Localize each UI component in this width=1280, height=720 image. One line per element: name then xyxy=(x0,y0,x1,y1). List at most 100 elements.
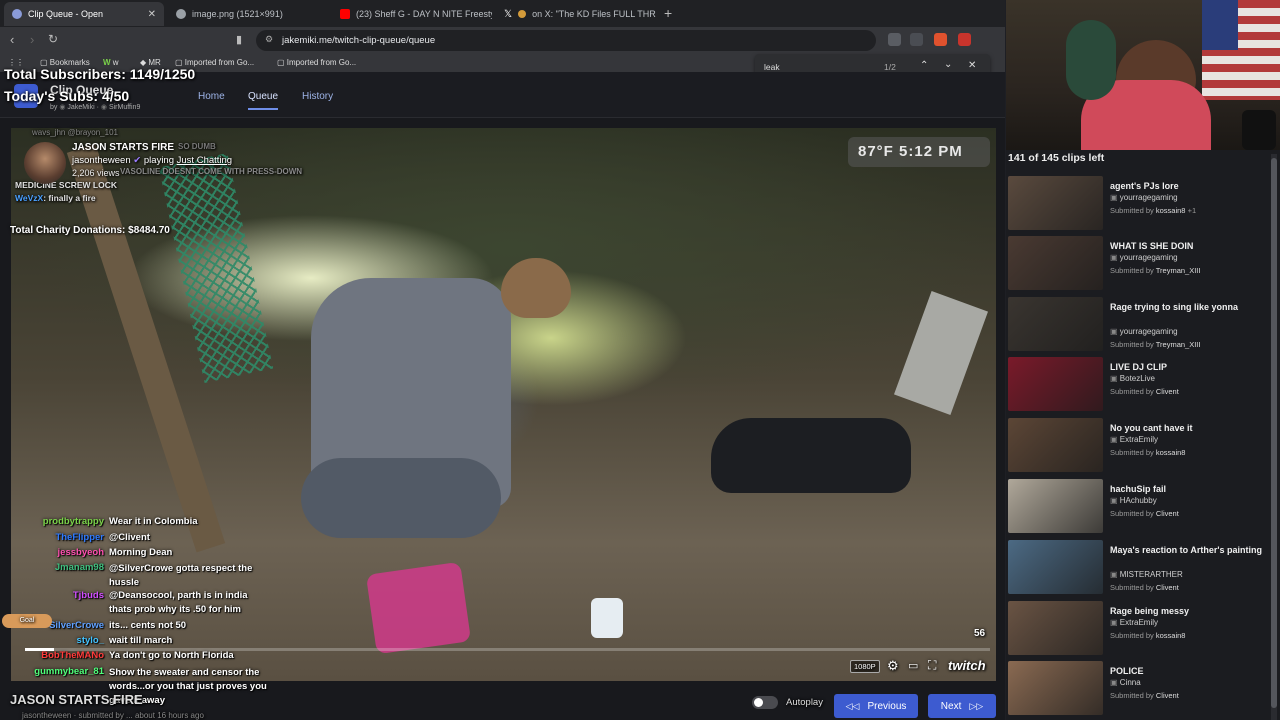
chat-username[interactable]: Tjbuds xyxy=(12,590,104,601)
chat-username[interactable]: jessbyeoh xyxy=(12,547,104,558)
next-button[interactable]: Next ▷▷ xyxy=(928,694,996,718)
clip-item[interactable]: Rage being messy ▣ ExtraEmily Submitted by… xyxy=(1008,601,1268,657)
clip-channel-line: jasontheween ✔ playing Just Chatting xyxy=(72,155,233,166)
chat-username[interactable]: stylo_ xyxy=(12,635,104,646)
site-info-icon[interactable]: ⚙ xyxy=(265,34,273,45)
clip-thumbnail[interactable] xyxy=(1008,661,1103,715)
clip-title: WHAT IS SHE DOIN xyxy=(1110,241,1194,251)
address-bar[interactable]: ⚙ jakemiki.me/twitch-clip-queue/queue xyxy=(256,30,876,51)
chat-message: TheFlipper @Clivent xyxy=(12,532,150,543)
channel-icon: ▣ xyxy=(1110,496,1120,505)
bottom-clip-title: JASON STARTS FIRE xyxy=(10,692,143,707)
chat-username[interactable]: prodbytrappy xyxy=(12,516,104,527)
category-link[interactable]: Just Chatting xyxy=(177,155,232,166)
clip-channel: ▣ ExtraEmily xyxy=(1110,435,1159,444)
previous-button[interactable]: ◁◁ Previous xyxy=(834,694,918,718)
channel-icon: ▣ xyxy=(1110,374,1120,383)
clip-item[interactable]: Rage trying to sing like yonna ▣ yourrage… xyxy=(1008,297,1268,353)
find-close-icon[interactable]: ✕ xyxy=(968,60,976,71)
clip-thumbnail[interactable] xyxy=(1008,418,1103,472)
clip-item[interactable]: WHAT IS SHE DOIN ▣ yourragegaming Submitte… xyxy=(1008,236,1268,292)
avatar[interactable] xyxy=(24,142,66,184)
clip-thumbnail[interactable] xyxy=(1008,176,1103,230)
overlay-chat-line: VASOLINE DOESNT COME WITH PRESS-DOWN xyxy=(120,167,303,176)
clip-thumbnail[interactable] xyxy=(1008,479,1103,533)
browser-tab-bar: Clip Queue - Open ✕ image.png (1521×991)… xyxy=(0,0,1005,27)
quality-badge[interactable]: 1080P xyxy=(850,660,880,673)
channel-icon: ▣ xyxy=(1110,193,1120,202)
find-prev-icon[interactable]: ⌃ xyxy=(920,60,928,71)
chat-username[interactable]: gummybear_81 xyxy=(12,666,104,677)
settings-gear-icon[interactable]: ⚙ xyxy=(887,658,899,674)
chat-text: @Clivent xyxy=(109,532,150,543)
tab-label: on X: "The KD Files FULL THREAD xyxy=(532,9,656,19)
find-input[interactable]: leak xyxy=(764,62,780,72)
bookmark-imported-2[interactable]: ▢ Imported from Go... xyxy=(277,58,356,67)
chat-message: jessbyeoh Morning Dean xyxy=(12,547,173,558)
bookmark-icon[interactable]: ▮ xyxy=(236,33,242,46)
bottle xyxy=(591,598,623,638)
clip-thumbnail[interactable] xyxy=(1008,236,1103,290)
nav-queue[interactable]: Queue xyxy=(248,91,279,110)
clip-title: Rage trying to sing like yonna xyxy=(1110,302,1239,312)
chat-message: stylo_ wait till march xyxy=(12,635,173,646)
reload-icon[interactable]: ↻ xyxy=(48,32,58,46)
clip-title: Rage being messy xyxy=(1110,606,1190,616)
close-tab-icon[interactable]: ✕ xyxy=(148,9,156,20)
theatre-icon[interactable]: ▭ xyxy=(908,659,918,672)
fullscreen-icon[interactable]: ⛶ xyxy=(928,658,936,673)
nav-home[interactable]: Home xyxy=(198,91,225,102)
autoplay-toggle[interactable] xyxy=(752,696,778,709)
clip-item[interactable]: No you cant have it ▣ ExtraEmily Submitted… xyxy=(1008,418,1268,474)
back-arrow-icon[interactable]: ‹ xyxy=(10,32,14,47)
chat-username[interactable]: Jmanam98 xyxy=(12,562,104,573)
clips-left-count: 141 of 145 clips left xyxy=(1008,152,1105,164)
clip-channel: ▣ Cinna xyxy=(1110,678,1141,687)
clip-item[interactable]: agent's PJs lore ▣ yourragegaming Submitte… xyxy=(1008,176,1268,232)
clip-item[interactable]: hachuSip fail ▣ HAchubby Submitted by Cliv… xyxy=(1008,479,1268,535)
clip-thumbnail[interactable] xyxy=(1008,601,1103,655)
clip-item[interactable]: POLICE ▣ Cinna Submitted by Clivent xyxy=(1008,661,1268,717)
chat-text: its... cents not 50 xyxy=(109,620,187,631)
tab-clip-queue[interactable]: Clip Queue - Open ✕ xyxy=(4,2,164,26)
chat-username[interactable]: TheFlipper xyxy=(12,532,104,543)
forward-arrow-icon[interactable]: › xyxy=(30,32,34,47)
video-progress-bar[interactable] xyxy=(25,648,990,651)
weather-time-overlay: 87°F 5:12 PM xyxy=(848,137,990,167)
clip-thumbnail[interactable] xyxy=(1008,540,1103,594)
driftwood xyxy=(893,291,989,415)
clip-title: Maya's reaction to Arther's painting xyxy=(1110,545,1262,555)
clip-item[interactable]: Maya's reaction to Arther's painting ▣ MI… xyxy=(1008,540,1268,596)
chat-message: prodbytrappy Wear it in Colombia xyxy=(12,516,198,527)
clip-title: No you cant have it xyxy=(1110,423,1193,433)
channel-icon: ▣ xyxy=(1110,327,1120,336)
share-icon[interactable] xyxy=(910,33,923,46)
microphone xyxy=(1242,110,1276,150)
tab-label: (23) Sheff G - DAY N NITE Freestyle ( xyxy=(356,9,492,19)
find-next-icon[interactable]: ⌄ xyxy=(944,59,952,70)
goal-badge: Goal xyxy=(2,614,52,628)
clip-thumbnail[interactable] xyxy=(1008,357,1103,411)
tab-image[interactable]: image.png (1521×991) xyxy=(168,2,328,26)
clip-channel: ▣ HAchubby xyxy=(1110,496,1157,505)
previous-icon: ◁◁ xyxy=(845,700,860,711)
find-count: 1/2 xyxy=(884,62,896,72)
channel-name[interactable]: jasontheween xyxy=(72,155,131,166)
chat-username[interactable]: BobTheMANo xyxy=(12,650,104,661)
channel-icon: ▣ xyxy=(1110,435,1120,444)
clip-item[interactable]: LIVE DJ CLIP ▣ BotezLive Submitted by Cliv… xyxy=(1008,357,1268,413)
clip-submitter: Submitted by Clivent xyxy=(1110,691,1179,700)
brave-shield-icon[interactable] xyxy=(934,33,947,46)
screen-icon[interactable] xyxy=(888,33,901,46)
tab-youtube[interactable]: (23) Sheff G - DAY N NITE Freestyle ( xyxy=(332,2,492,26)
tab-x[interactable]: 𝕏 on X: "The KD Files FULL THREAD xyxy=(496,2,656,26)
rewards-icon[interactable] xyxy=(958,33,971,46)
nav-history[interactable]: History xyxy=(302,91,333,102)
sidebar-scroll-thumb[interactable] xyxy=(1271,158,1277,708)
new-tab-button[interactable]: + xyxy=(664,5,672,21)
twitch-logo[interactable]: twitch xyxy=(948,658,986,673)
clip-thumbnail[interactable] xyxy=(1008,297,1103,351)
clip-submitter: Submitted by Clivent xyxy=(1110,583,1179,592)
overlay-chat-line: MEDICINE SCREW LOCK xyxy=(15,180,117,190)
clip-channel: ▣ yourragegaming xyxy=(1110,253,1178,262)
